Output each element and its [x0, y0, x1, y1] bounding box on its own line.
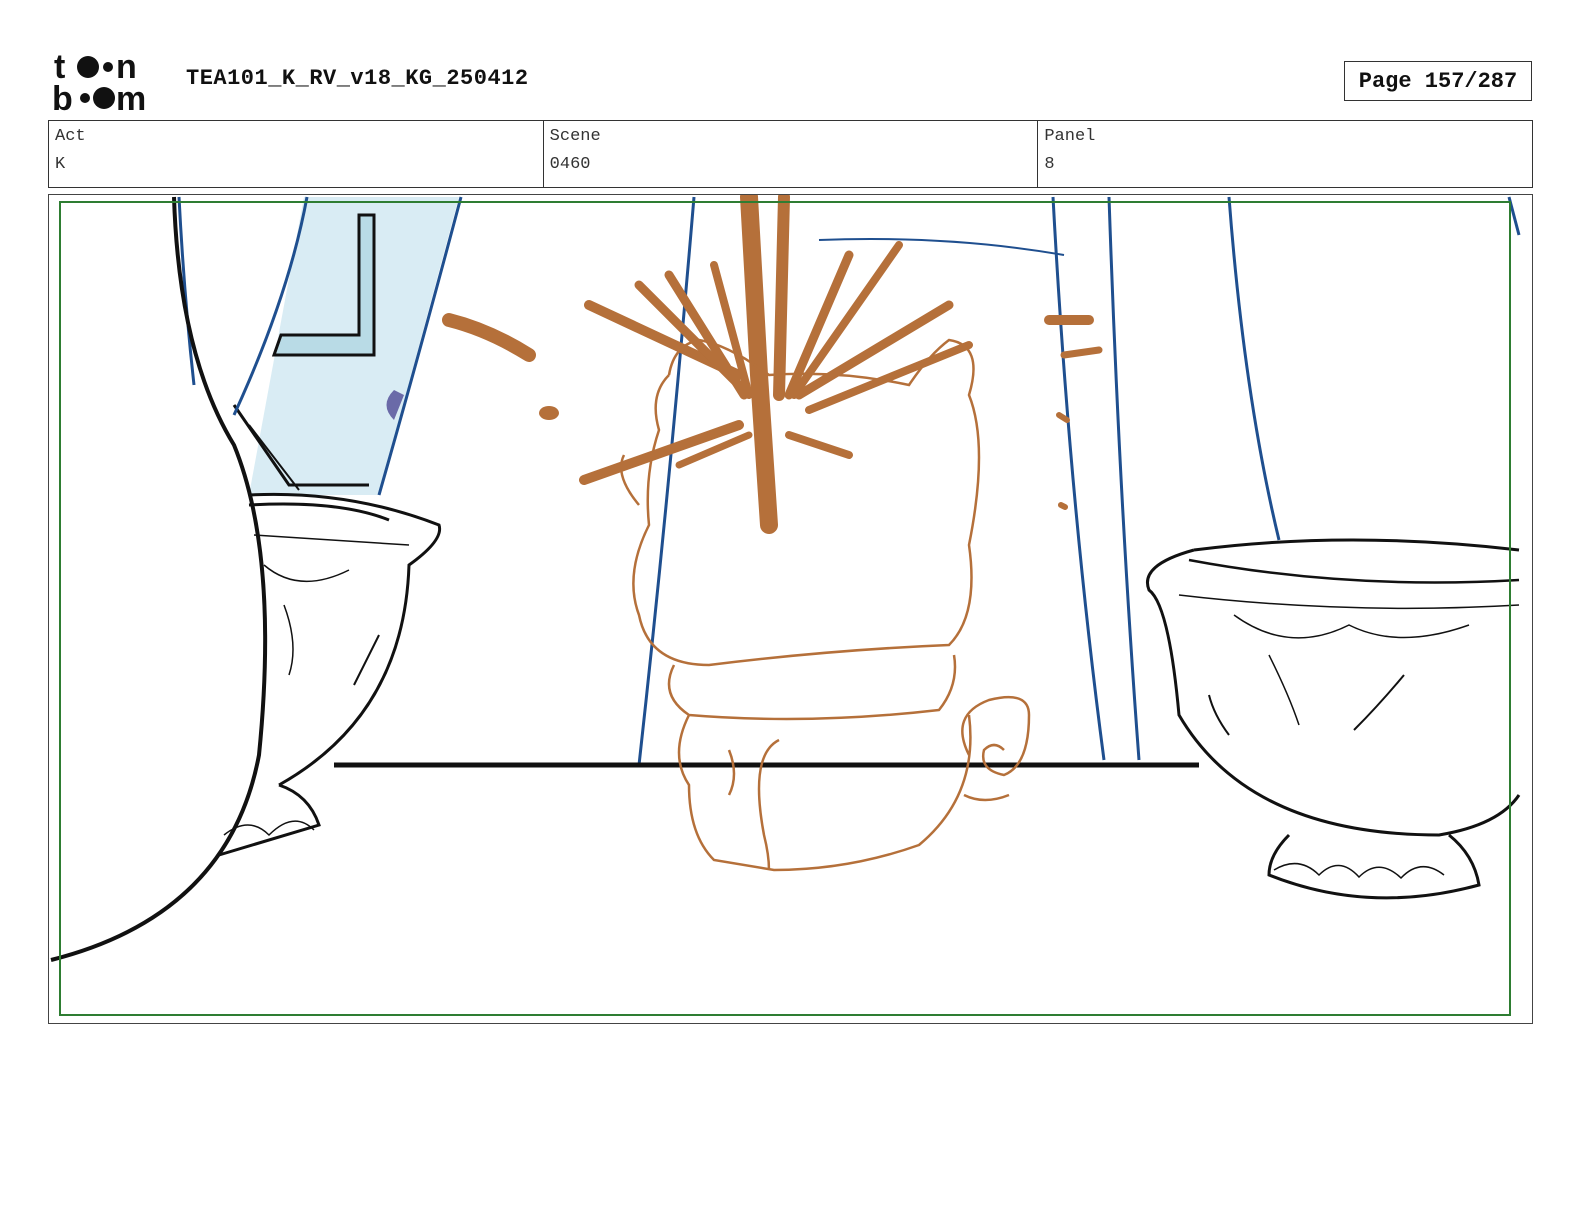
scene-info-table: Act K Scene 0460 Panel 8	[48, 120, 1533, 188]
pig-sketch	[619, 338, 1031, 872]
act-label: Act	[55, 127, 86, 146]
panel-cell: Panel 8	[1038, 121, 1532, 187]
scene-value: 0460	[549, 155, 591, 174]
left-vase	[218, 492, 442, 857]
document-title: TEA101_K_RV_v18_KG_250412	[186, 66, 529, 91]
toon-boom-logo: t n b m	[52, 50, 146, 112]
foreground-curtain-edge	[50, 196, 268, 962]
page-number: Page 157/287	[1344, 61, 1532, 101]
svg-text:m: m	[116, 80, 146, 112]
storyboard-drawing	[50, 195, 1521, 1016]
act-cell: Act K	[49, 121, 544, 187]
panel-value: 8	[1044, 155, 1055, 174]
act-value: K	[55, 155, 66, 174]
right-vase	[1146, 538, 1521, 900]
window-glimpse	[232, 197, 459, 495]
scene-cell: Scene 0460	[544, 121, 1039, 187]
svg-text:b: b	[52, 80, 73, 112]
panel-label: Panel	[1044, 127, 1096, 146]
scene-label: Scene	[549, 127, 601, 146]
storyboard-panel	[48, 194, 1533, 1024]
